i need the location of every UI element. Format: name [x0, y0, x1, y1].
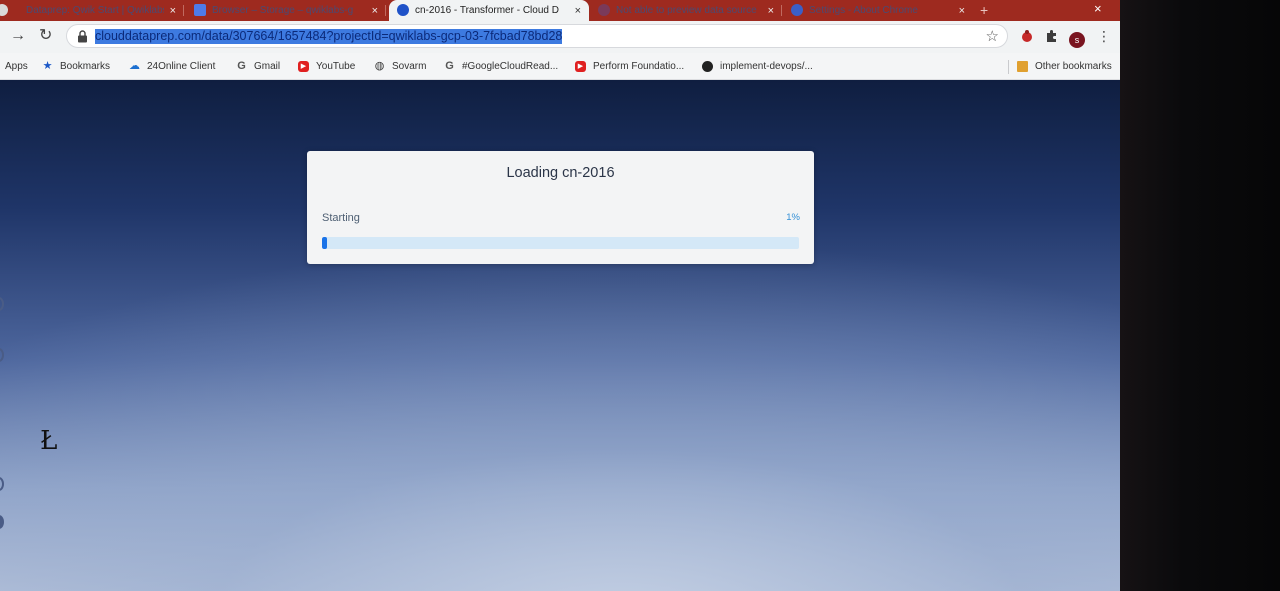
bookmark-24online-client[interactable]: ☁ 24Online Client — [129, 53, 215, 80]
dataprep-favicon-icon — [397, 4, 409, 16]
new-tab-button[interactable]: + — [980, 2, 988, 18]
google-icon: G — [237, 60, 246, 72]
bookmark-googlecloudread[interactable]: G #GoogleCloudRead... — [444, 53, 558, 80]
cloud-console-favicon-icon — [194, 4, 206, 16]
address-bar[interactable]: clouddataprep.com/data/307664/1657484?pr… — [66, 24, 1008, 48]
cloud-icon: ☁ — [129, 60, 140, 72]
close-tab-icon[interactable]: × — [959, 5, 965, 17]
bookmark-star-icon[interactable]: ☆ — [986, 27, 999, 45]
star-icon: ★ — [42, 60, 53, 72]
youtube-icon: ▶ — [298, 61, 309, 72]
tab-strip: Dataprep: Qwik Start | Qwiklabs × Browse… — [0, 0, 1120, 21]
sidebar-edge-icon — [0, 515, 4, 529]
chrome-menu-icon[interactable]: ⋮ — [1097, 28, 1111, 45]
url-text[interactable]: clouddataprep.com/data/307664/1657484?pr… — [95, 29, 563, 44]
tab-cn-2016-transformer[interactable]: cn-2016 - Transformer - Cloud D × — [389, 0, 589, 21]
bookmark-implement-devops[interactable]: implement-devops/... — [702, 53, 813, 80]
github-icon — [702, 61, 713, 72]
close-tab-icon[interactable]: × — [768, 5, 774, 17]
youtube-icon: ▶ — [575, 61, 586, 72]
screen-smudge-mark: Ł — [40, 426, 58, 456]
google-icon: G — [445, 60, 454, 72]
page-content: Ł Loading cn-2016 Starting 1% — [0, 80, 1120, 591]
forward-arrow-icon[interactable]: → — [10, 26, 26, 46]
bookmark-sovarm[interactable]: ◍ Sovarm — [374, 53, 427, 80]
bookmark-youtube[interactable]: ▶ YouTube — [298, 53, 355, 80]
loading-dialog-title: Loading cn-2016 — [506, 165, 615, 181]
window-close-button[interactable]: × — [1094, 1, 1102, 16]
loading-percent-text: 1% — [786, 212, 800, 223]
loading-status-text: Starting — [322, 212, 360, 224]
tab-settings-about-chrome[interactable]: Settings - About Chrome × — [783, 0, 973, 21]
lock-icon — [78, 30, 87, 43]
bookmark-apps[interactable]: Apps — [5, 53, 28, 80]
folder-icon — [1017, 61, 1028, 72]
extensions-puzzle-icon[interactable] — [1045, 29, 1059, 43]
sidebar-edge-icon — [0, 297, 4, 311]
monitor-bezel — [1120, 0, 1280, 591]
browser-window: Dataprep: Qwik Start | Qwiklabs × Browse… — [0, 0, 1120, 591]
bookmarks-bar: Apps ★ Bookmarks ☁ 24Online Client G Gma… — [0, 53, 1120, 80]
close-tab-icon[interactable]: × — [170, 5, 176, 17]
close-tab-icon[interactable]: × — [575, 5, 581, 17]
profile-avatar[interactable]: s — [1069, 32, 1085, 48]
progress-bar-fill — [322, 237, 327, 249]
reload-icon[interactable]: ↻ — [39, 26, 52, 46]
tab-storage-browser[interactable]: Browser – Storage – qwiklabs-g × — [186, 0, 386, 21]
sidebar-edge-icon — [0, 348, 4, 362]
bookmarks-divider — [1008, 60, 1009, 74]
globe-icon: ◍ — [374, 60, 385, 72]
tab-not-able-to-preview[interactable]: Not able to preview data source × — [590, 0, 782, 21]
progress-bar-track — [322, 237, 799, 249]
bookmark-gmail[interactable]: G Gmail — [236, 53, 280, 80]
browser-toolbar: → ↻ clouddataprep.com/data/307664/165748… — [0, 21, 1120, 53]
settings-favicon-icon — [791, 4, 803, 16]
bookmark-bookmarks[interactable]: ★ Bookmarks — [42, 53, 110, 80]
extension-bug-icon[interactable] — [1020, 29, 1034, 43]
other-bookmarks[interactable]: Other bookmarks — [1017, 53, 1112, 80]
loading-dialog: Loading cn-2016 Starting 1% — [307, 151, 814, 264]
sidebar-edge-icon — [0, 477, 4, 491]
qwiklabs-favicon-icon — [0, 4, 8, 16]
close-tab-icon[interactable]: × — [372, 5, 378, 17]
community-favicon-icon — [598, 4, 610, 16]
tab-dataprep-qwik-start[interactable]: Dataprep: Qwik Start | Qwiklabs × — [0, 0, 184, 21]
bookmark-perform-foundation[interactable]: ▶ Perform Foundatio... — [575, 53, 684, 80]
